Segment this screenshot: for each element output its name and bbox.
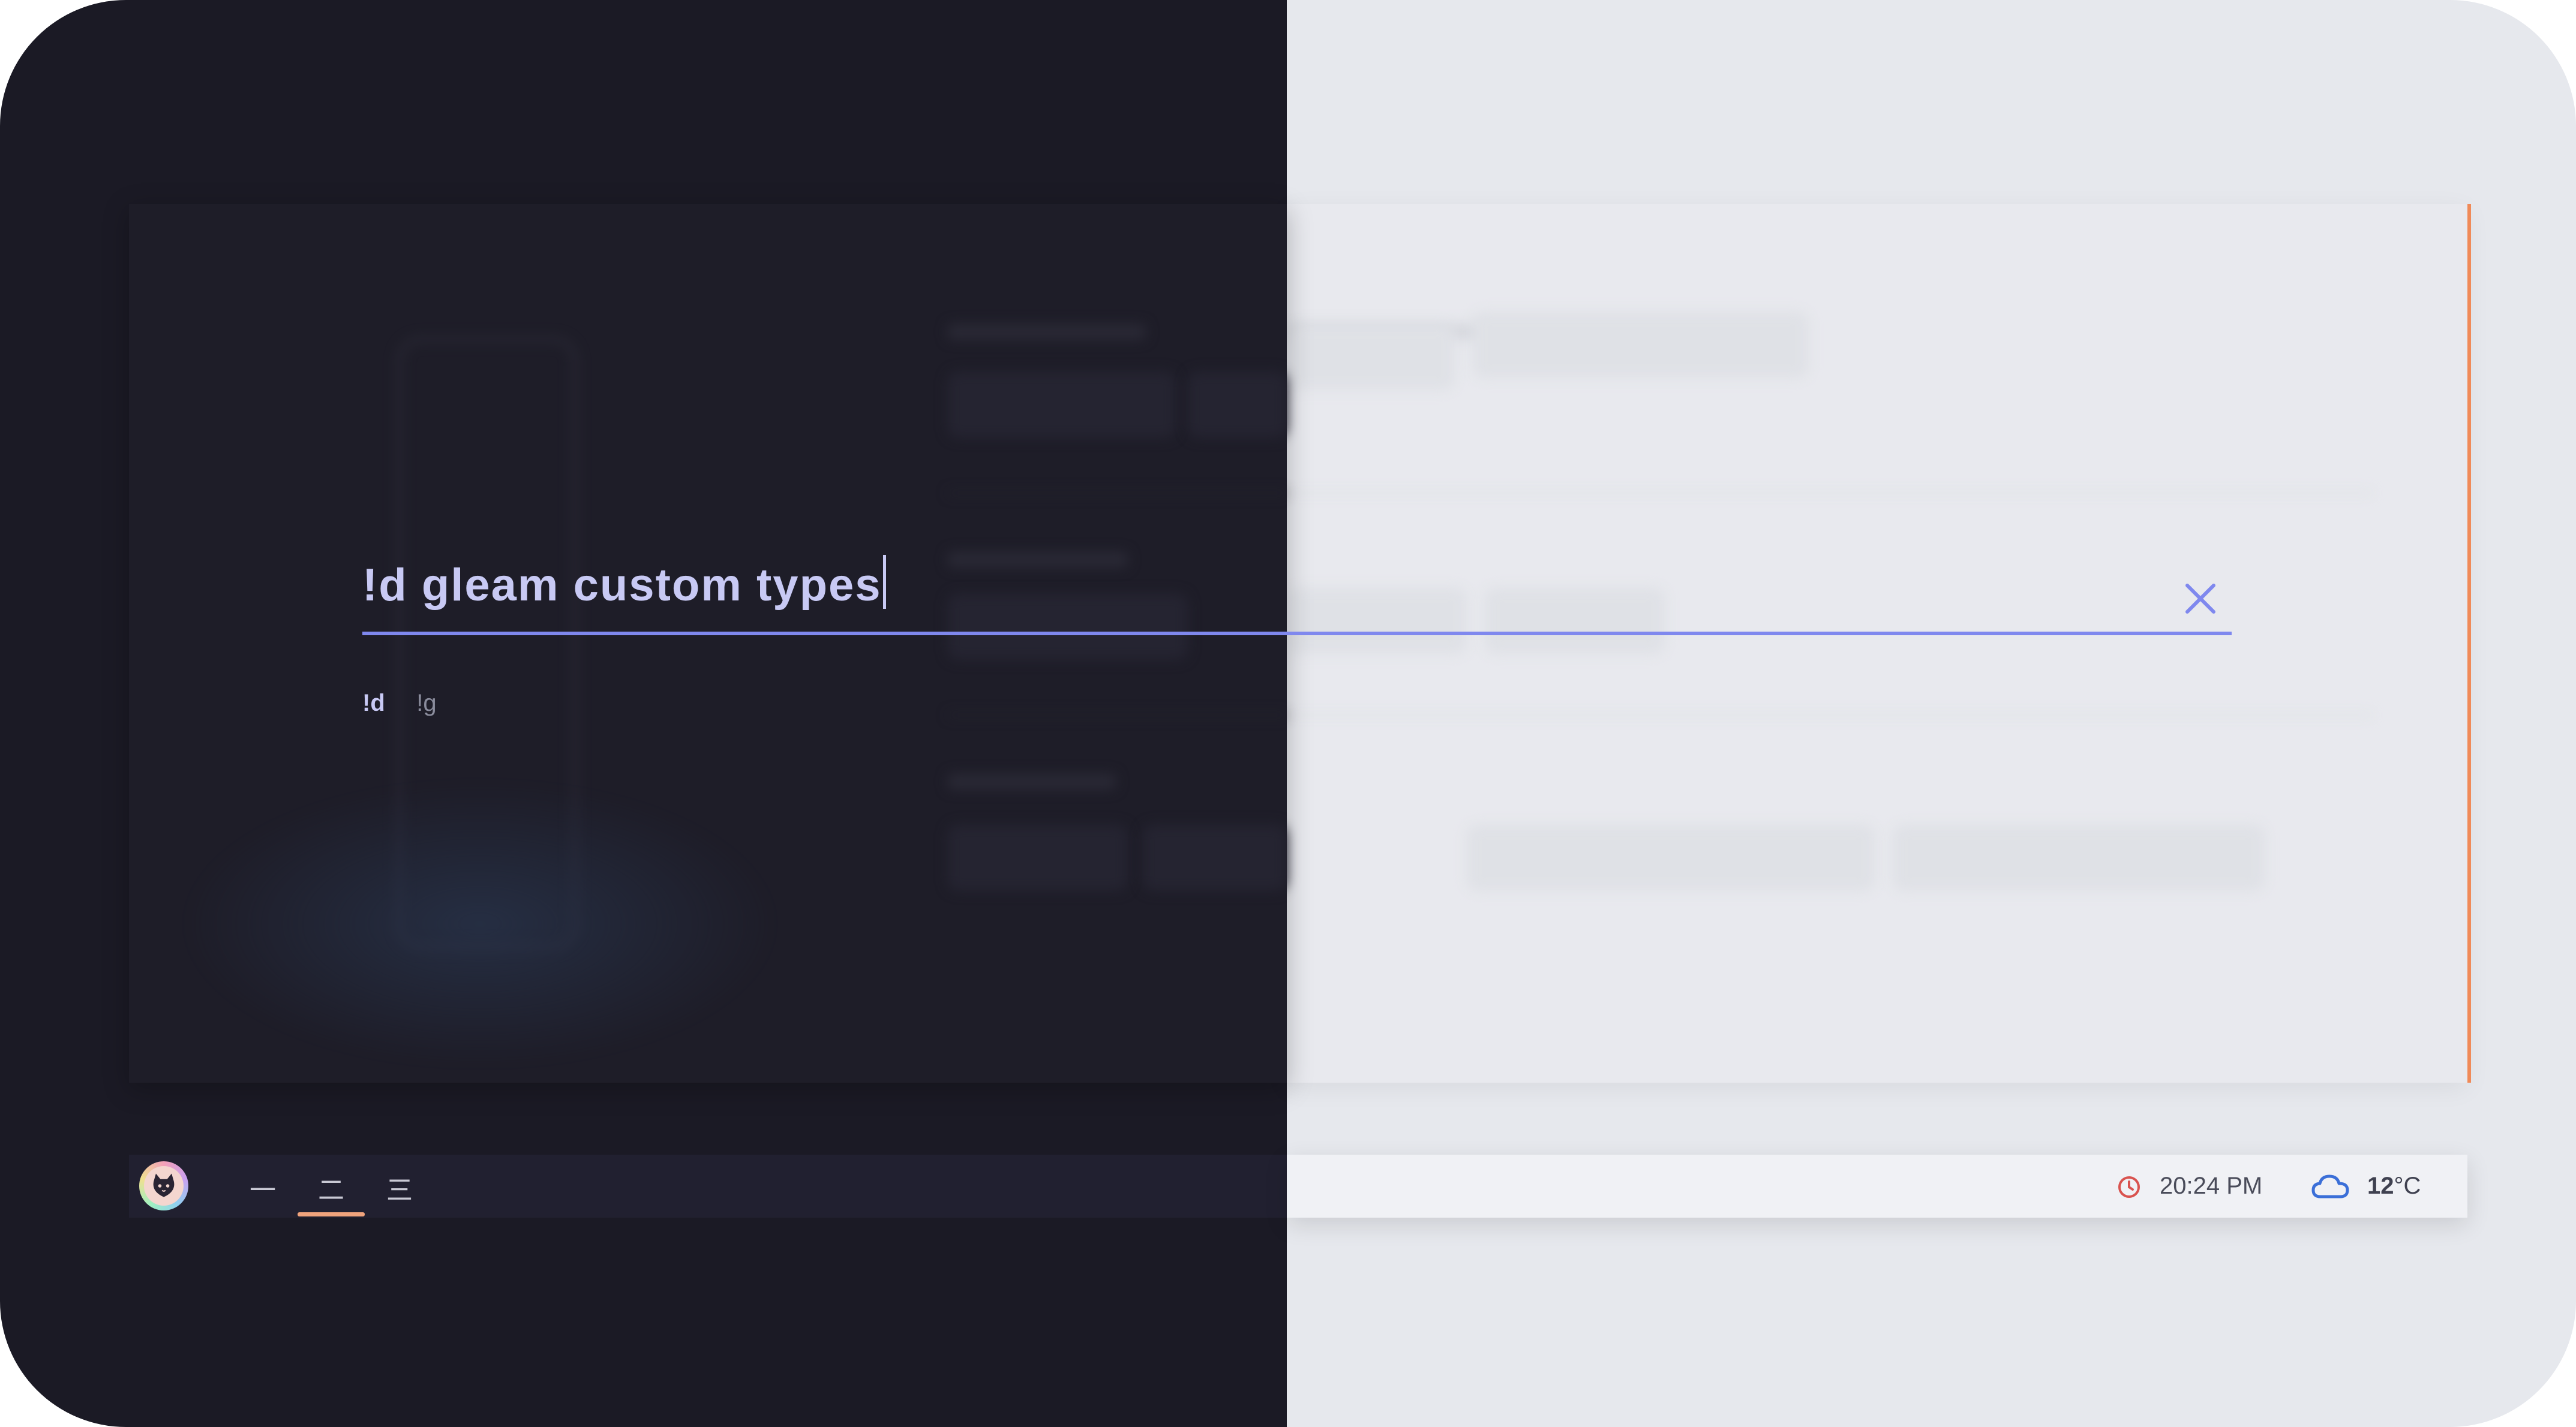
suggestion-bang-d[interactable]: !d xyxy=(362,690,385,717)
dashboard-card-dark xyxy=(129,204,1287,1083)
divider xyxy=(948,714,1287,716)
active-workspace-indicator xyxy=(298,1212,365,1216)
taskbar-light xyxy=(1287,1155,2467,1218)
illustration-glow xyxy=(180,780,780,1068)
temperature-value: 12 xyxy=(2367,1173,2394,1199)
workspace-1[interactable]: 一 xyxy=(229,1168,296,1207)
cloud-icon xyxy=(2311,1174,2349,1198)
clock-icon xyxy=(2118,1176,2140,1198)
avatar[interactable] xyxy=(139,1161,188,1210)
temperature-unit: °C xyxy=(2394,1173,2421,1199)
bookmark-pill xyxy=(948,594,1188,660)
section-heading-placeholder xyxy=(948,552,1128,567)
section-heading-placeholder xyxy=(948,324,1146,340)
cat-icon xyxy=(144,1166,184,1206)
section-heading-placeholder xyxy=(948,774,1116,789)
workspace-3[interactable]: 三 xyxy=(366,1168,433,1207)
bookmark-pill xyxy=(1485,588,1665,654)
bookmark-pill xyxy=(948,825,1128,891)
bookmark-pill xyxy=(1473,312,1809,378)
text-caret xyxy=(882,555,886,609)
clock-time: 20:24 PM xyxy=(2160,1173,2263,1199)
bookmark-pill xyxy=(948,372,1176,438)
bookmark-pill xyxy=(1467,825,1875,891)
search-query: !d gleam custom types xyxy=(362,560,882,611)
search-suggestions: !d !g xyxy=(362,690,466,717)
bookmark-pill xyxy=(1893,825,2265,891)
close-icon xyxy=(2185,584,2215,614)
bookmark-pill xyxy=(1143,825,1287,891)
divider xyxy=(948,492,1287,494)
bookmark-pill xyxy=(1188,372,1287,438)
divider xyxy=(1287,492,2373,494)
bookmark-pill xyxy=(1287,588,1467,654)
dashboard-card-light xyxy=(1287,204,2471,1083)
weather-temperature: 12°C xyxy=(2367,1173,2421,1200)
bookmark-pill xyxy=(1287,324,1455,390)
suggestion-bang-g[interactable]: !g xyxy=(416,690,436,717)
search-input[interactable]: !d gleam custom types xyxy=(362,555,886,611)
desktop-screen: !d gleam custom types !d !g 一 二 三 20:24 … xyxy=(0,0,2576,1427)
search-underline xyxy=(362,632,2232,635)
workspace-2[interactable]: 二 xyxy=(298,1168,365,1207)
divider xyxy=(1287,714,2373,716)
close-search-button[interactable] xyxy=(2179,577,2222,620)
